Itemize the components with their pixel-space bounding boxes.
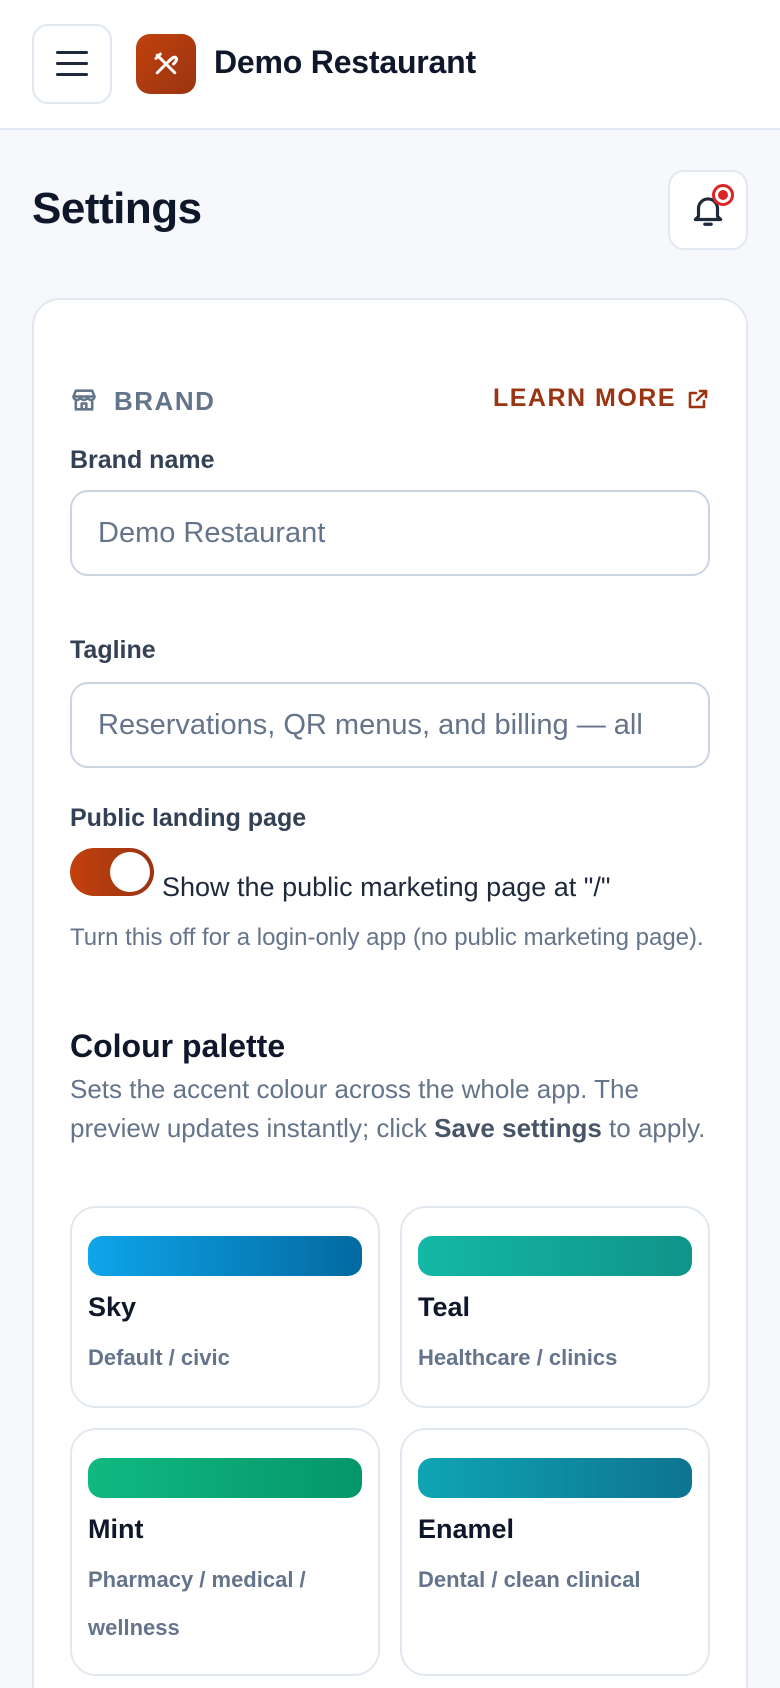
landing-page-toggle[interactable] [70,848,154,896]
swatch-name: Sky [88,1292,137,1322]
storefront-icon [72,389,96,411]
palette-title: Colour palette [70,1028,286,1064]
tagline-value: Reservations, QR menus, and billing — al… [98,708,643,741]
palette-description: Sets the accent colour across the whole … [70,1070,710,1148]
swatch-description: Default / civic [88,1345,230,1370]
external-link-icon [688,389,708,408]
palette-desc-bold: Save settings [434,1113,602,1143]
fork-knife-icon [154,52,178,75]
brand-name-input[interactable]: Demo Restaurant [70,490,710,576]
landing-page-helper: Turn this off for a login-only app (no p… [70,924,704,951]
app-logo[interactable] [136,34,196,94]
palette-option-teal[interactable]: Teal Healthcare / clinics [400,1206,710,1408]
brand-section-header: BRAND LEARN MORE [70,380,710,420]
swatch-name: Mint [88,1514,144,1544]
landing-page-label: Public landing page [70,804,307,832]
swatch-bar [418,1236,692,1276]
menu-button[interactable] [32,24,112,104]
brand-name-label: Brand name [70,446,215,474]
palette-desc-suffix: to apply. [601,1113,706,1143]
brand-section-label: BRAND [114,386,216,416]
hamburger-icon [56,51,88,77]
notifications-button[interactable] [668,170,748,250]
page-title: Settings [32,184,202,233]
tagline-input[interactable]: Reservations, QR menus, and billing — al… [70,682,710,768]
palette-option-enamel[interactable]: Enamel Dental / clean clinical [400,1428,710,1676]
tagline-label: Tagline [70,636,156,664]
toggle-knob [110,852,150,892]
brand-name-value: Demo Restaurant [98,516,326,549]
swatch-bar [88,1458,362,1498]
swatch-description: Dental / clean clinical [418,1567,641,1592]
notification-badge [712,184,734,206]
landing-page-toggle-label: Show the public marketing page at "/" [162,872,611,902]
swatch-name: Enamel [418,1514,515,1544]
swatch-bar [418,1458,692,1498]
swatch-name: Teal [418,1292,471,1322]
swatch-description: Pharmacy / medical / wellness [88,1567,306,1640]
swatch-bar [88,1236,362,1276]
learn-more-label: LEARN MORE [492,384,676,412]
palette-option-mint[interactable]: Mint Pharmacy / medical / wellness [70,1428,380,1676]
top-bar: Demo Restaurant [0,0,780,130]
swatch-description: Healthcare / clinics [418,1345,618,1370]
app-title: Demo Restaurant [214,44,476,80]
learn-more-link[interactable]: LEARN MORE [493,384,710,413]
palette-option-sky[interactable]: Sky Default / civic [70,1206,380,1408]
